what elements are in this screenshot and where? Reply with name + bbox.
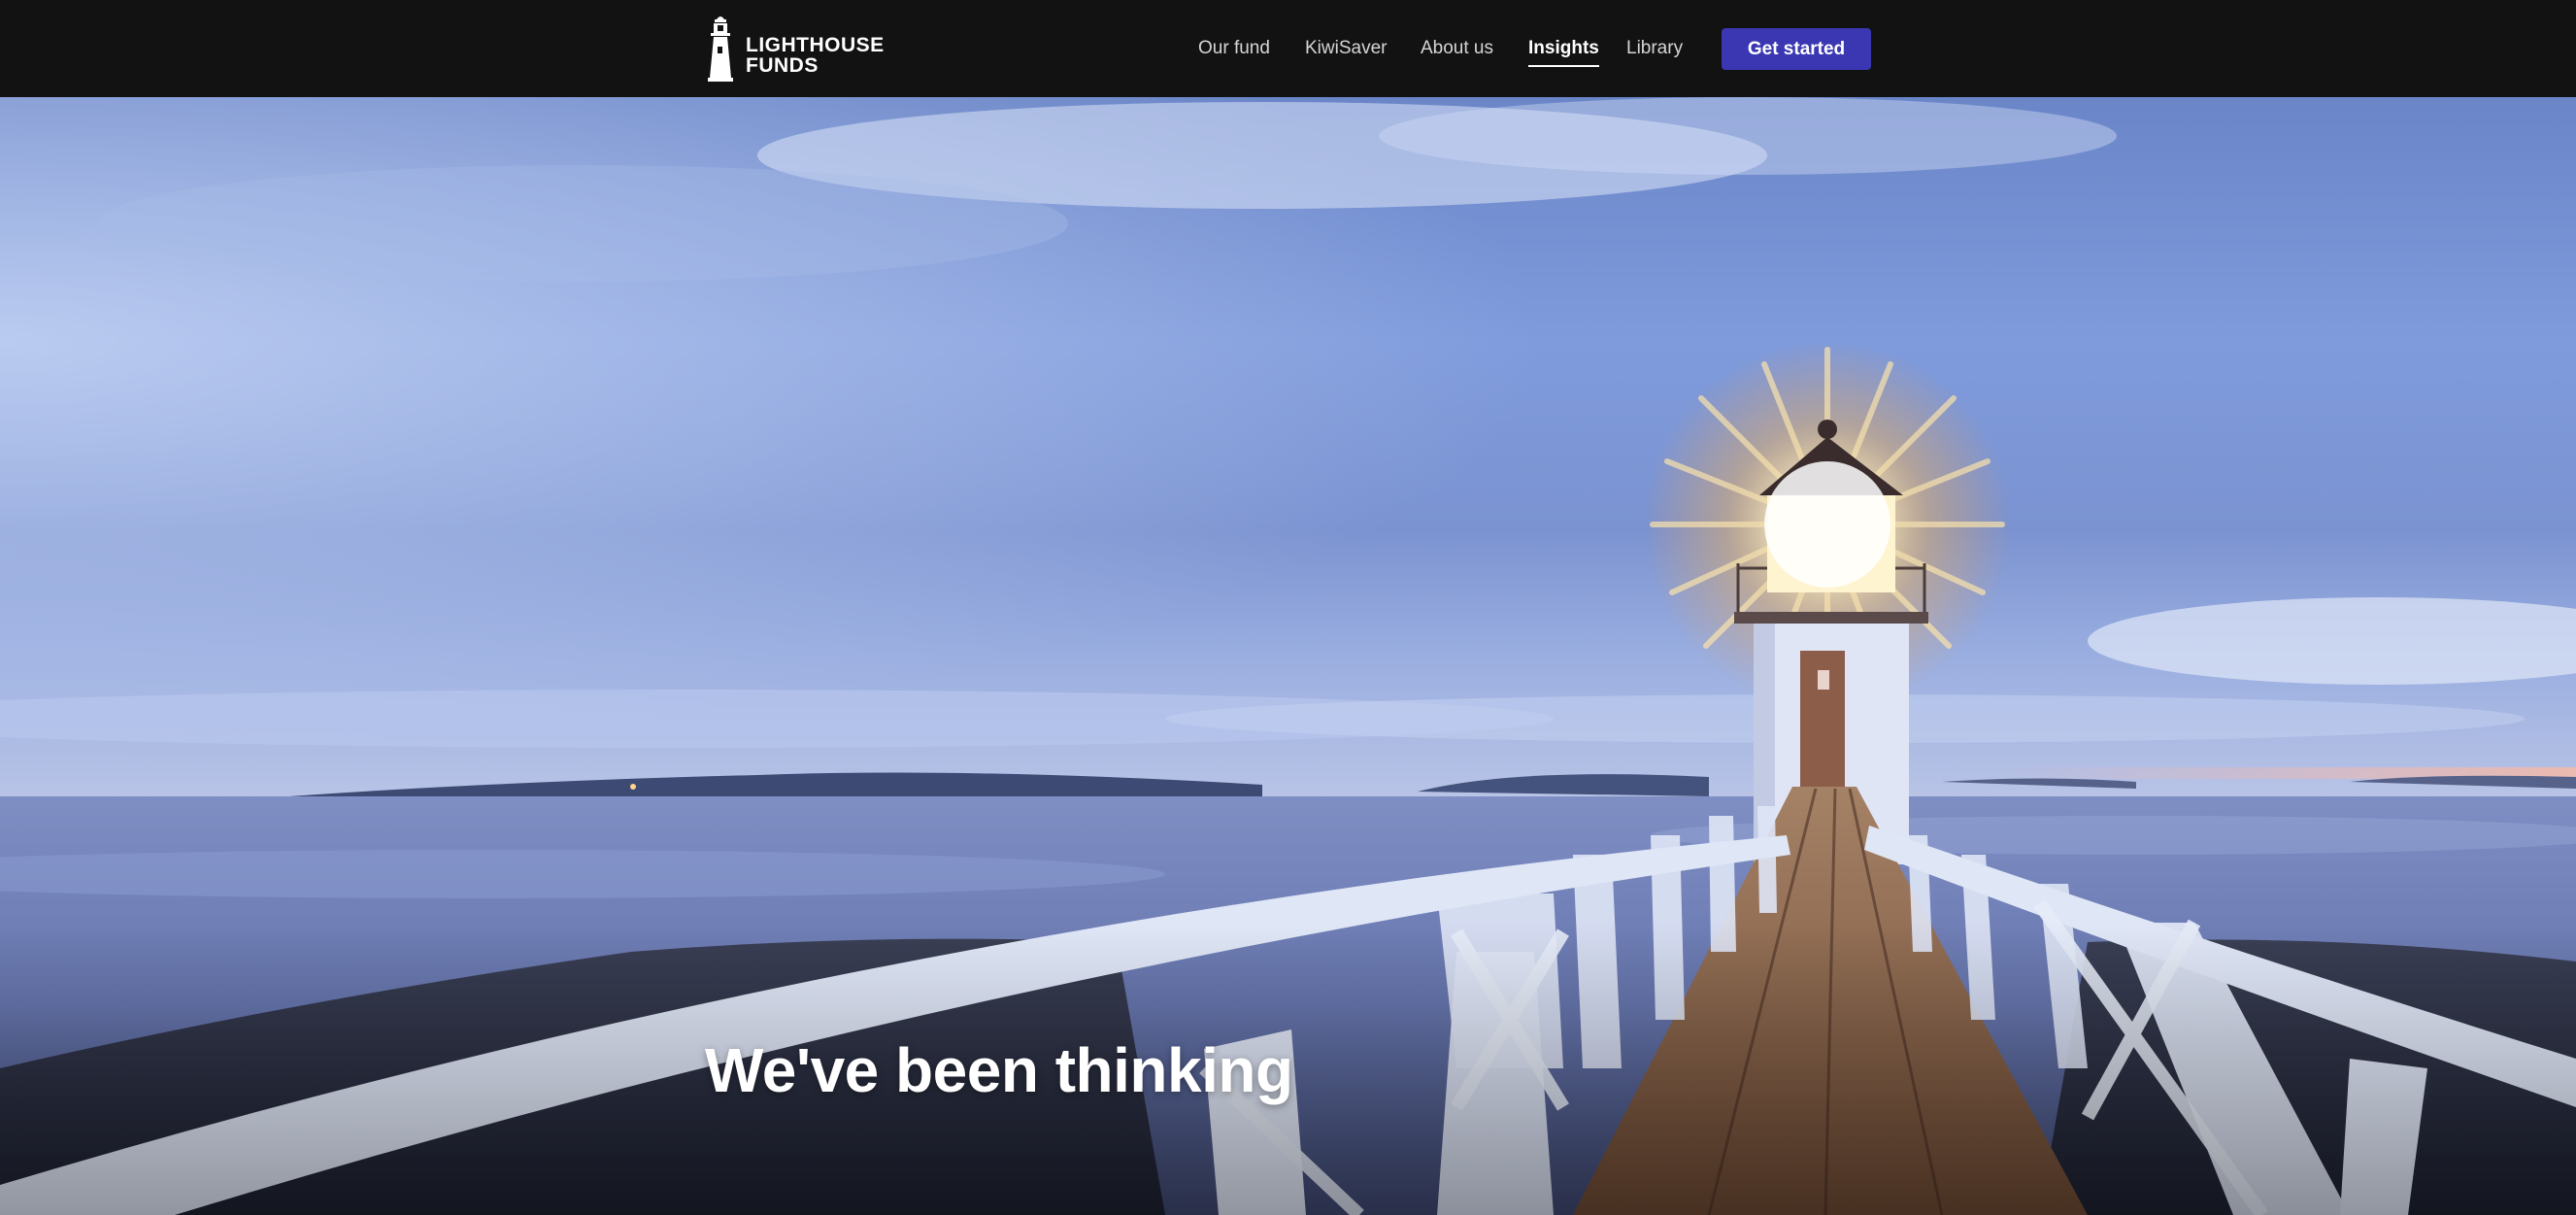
nav-link-insights-label: Insights — [1528, 38, 1599, 58]
nav-link-insights[interactable]: Insights — [1528, 35, 1599, 67]
nav-link-library[interactable]: Library — [1626, 35, 1683, 62]
logo-line-2: FUNDS — [746, 54, 819, 77]
hero-section: We've been thinking — [0, 97, 2576, 1215]
brand-logo[interactable]: LIGHTHOUSE FUNDS — [703, 14, 887, 84]
logo-wordmark: LIGHTHOUSE FUNDS — [746, 21, 885, 76]
nav-link-our-fund[interactable]: Our fund — [1198, 35, 1270, 62]
active-indicator — [1528, 65, 1599, 67]
lighthouse-icon — [708, 17, 733, 82]
hero-title: We've been thinking — [705, 1035, 1293, 1105]
logo-line-1: LIGHTHOUSE — [746, 34, 885, 56]
top-navbar: LIGHTHOUSE FUNDS Our fund KiwiSaver Abou… — [0, 0, 2576, 97]
nav-link-kiwisaver[interactable]: KiwiSaver — [1305, 35, 1387, 62]
nav-link-about-us[interactable]: About us — [1421, 35, 1493, 62]
get-started-button[interactable]: Get started — [1722, 28, 1871, 70]
